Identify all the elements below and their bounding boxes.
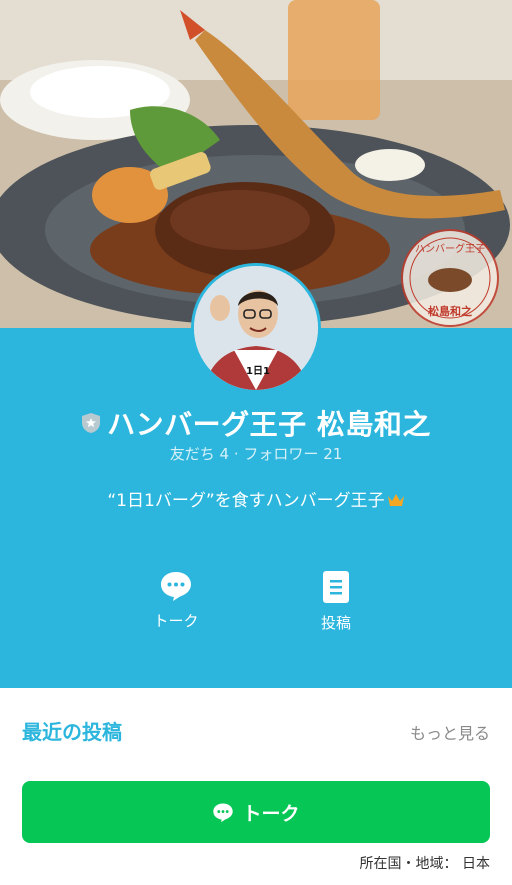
avatar[interactable]: 1日1 xyxy=(191,263,321,393)
talk-action-button[interactable]: トーク xyxy=(131,570,221,631)
profile-name-row: ハンバーグ王子 松島和之 xyxy=(0,403,512,443)
profile-actions: トーク 投稿 xyxy=(0,570,512,640)
region-value: 日本 xyxy=(462,856,490,872)
followers-count: 21 xyxy=(323,445,343,463)
shield-star-icon xyxy=(82,413,101,433)
status-text: “1日1バーグ”を食すハンバーグ王子 xyxy=(107,491,385,511)
chat-bubble-icon xyxy=(161,572,191,601)
post-action-button[interactable]: 投稿 xyxy=(291,570,381,633)
stats-separator: · xyxy=(233,445,239,463)
svg-text:1日1: 1日1 xyxy=(246,365,270,377)
cover-stamp-bottom-text: 松島和之 xyxy=(428,304,472,318)
talk-button-label: トーク xyxy=(242,802,300,825)
post-document-icon xyxy=(323,571,349,603)
recent-posts-title: 最近の投稿 xyxy=(22,720,122,744)
profile-stats: 友だち 4 · フォロワー 21 xyxy=(0,443,512,464)
region-info: 所在国・地域： 日本 xyxy=(360,853,490,873)
recent-posts-section: 最近の投稿 もっと見る xyxy=(0,688,512,768)
cover-stamp-top-text: ハンバーグ王子 xyxy=(415,242,485,255)
see-more-link[interactable]: もっと見る xyxy=(410,720,490,744)
crown-icon xyxy=(387,494,404,506)
chat-bubble-icon xyxy=(213,802,234,822)
talk-action-label: トーク xyxy=(153,612,199,630)
region-label: 所在国・地域： xyxy=(359,856,458,872)
followers-label: フォロワー xyxy=(243,445,319,463)
talk-button[interactable]: トーク xyxy=(22,781,490,843)
post-action-label: 投稿 xyxy=(320,614,351,632)
profile-name: ハンバーグ王子 松島和之 xyxy=(107,408,431,441)
status-message: “1日1バーグ”を食すハンバーグ王子 xyxy=(0,486,512,511)
friends-label: 友だち xyxy=(169,445,215,463)
friends-count: 4 xyxy=(219,445,230,463)
